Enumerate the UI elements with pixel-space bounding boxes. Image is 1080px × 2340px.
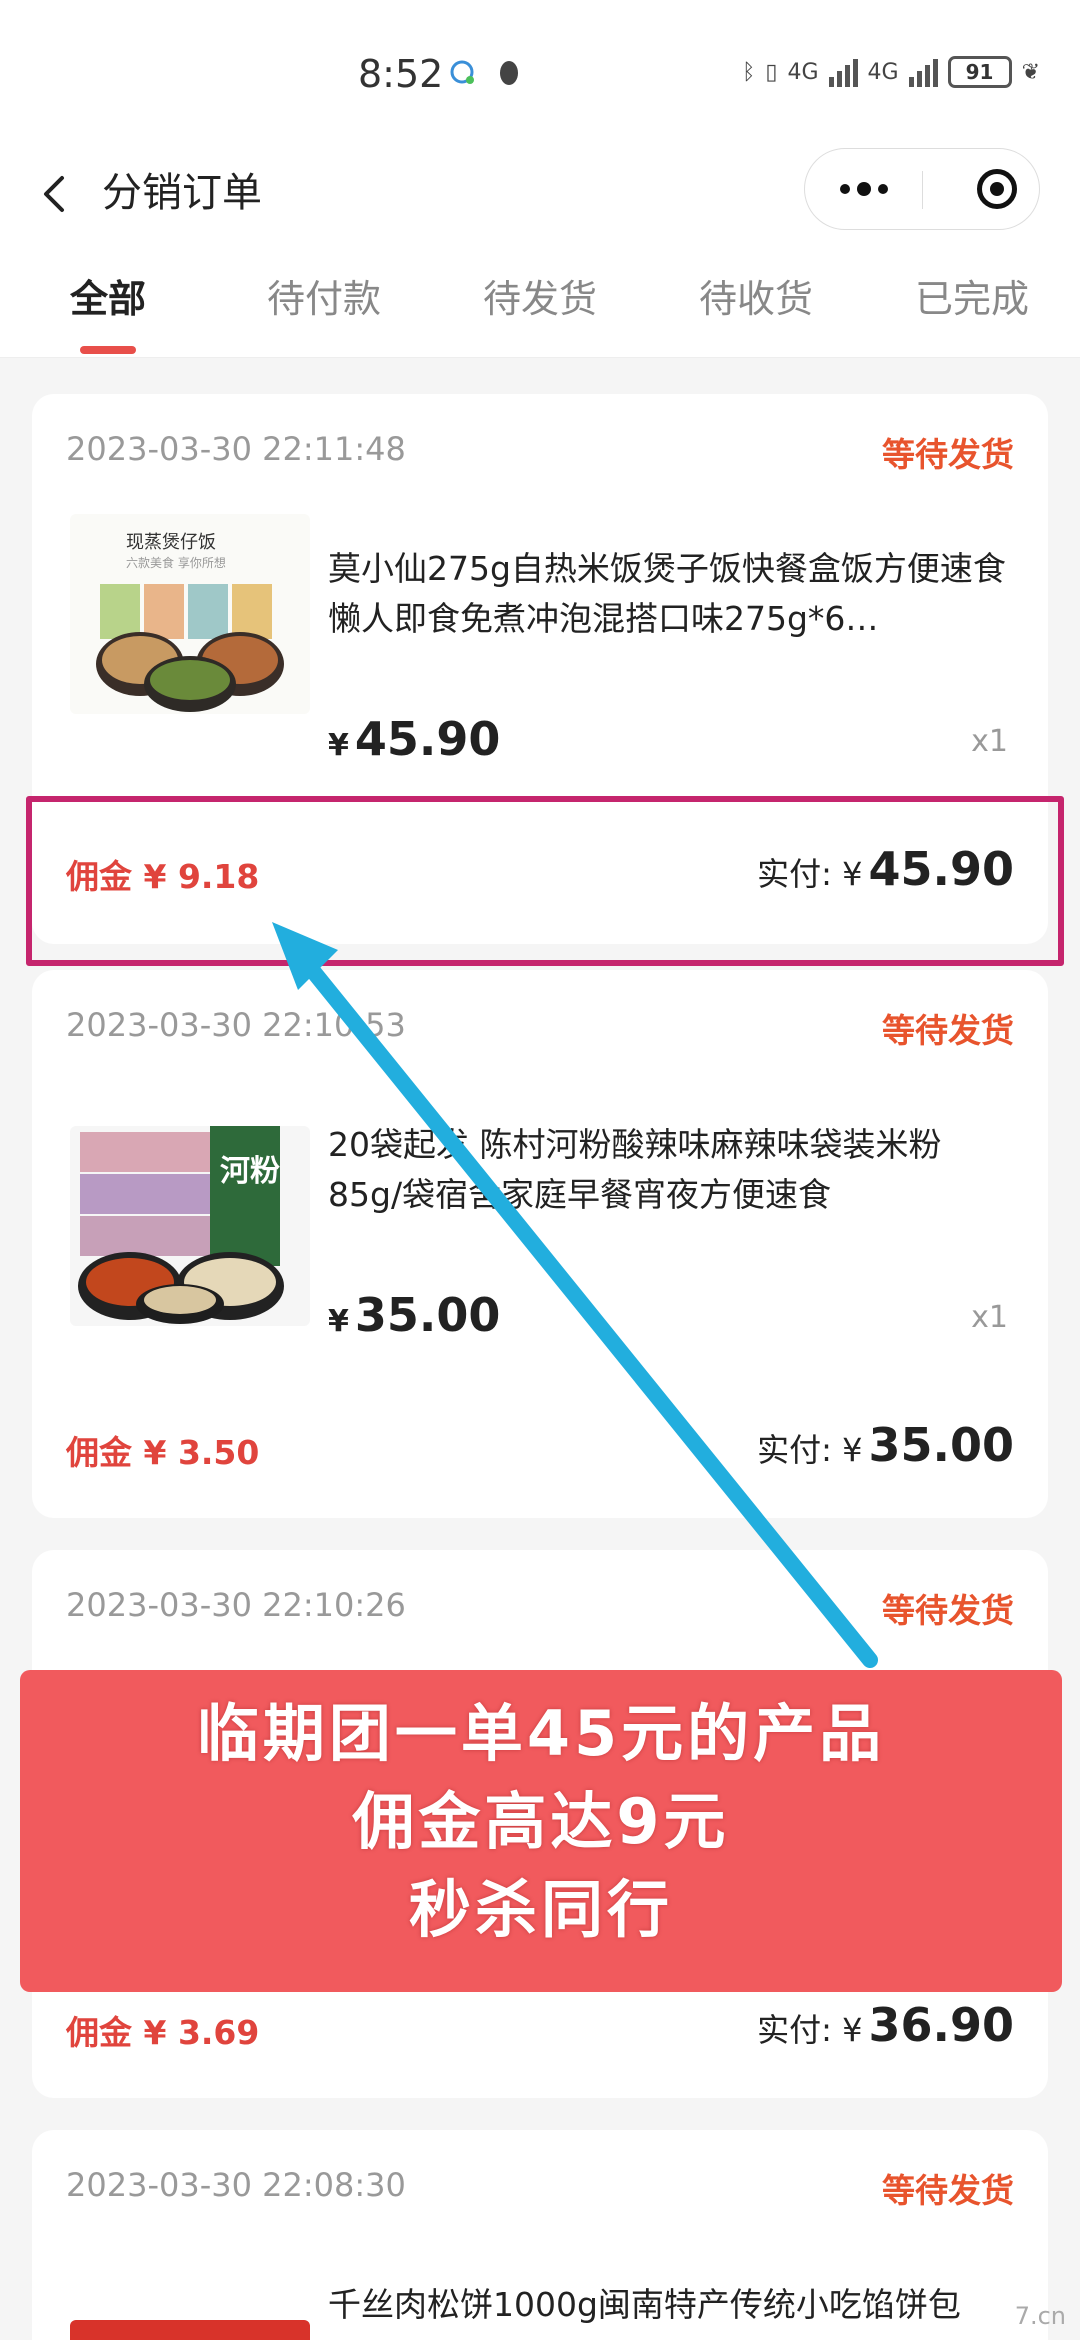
order-date: 2023-03-30 22:11:48: [66, 430, 406, 468]
commission-amount: 佣金 ¥ 3.50: [66, 1433, 260, 1472]
chat-bubble-icon: [450, 60, 474, 84]
signal-icon: [828, 57, 858, 87]
network-label-2: 4G: [867, 59, 899, 85]
order-status: 等待发货: [882, 435, 1014, 474]
order-card[interactable]: 2023-03-30 22:08:30 等待发货 千丝肉松饼1000g闽南特产传…: [32, 2130, 1048, 2340]
tab-all[interactable]: 全部: [8, 250, 208, 357]
product-image-sublabel: 六款美食 享你所想: [126, 556, 226, 570]
product-image: 现蒸煲仔饭 六款美食 享你所想: [70, 514, 310, 714]
currency-symbol: ¥: [328, 728, 349, 763]
product-image: [70, 2320, 310, 2340]
commission-highlight-box: [26, 796, 1064, 966]
tab-pending-payment[interactable]: 待付款: [224, 250, 424, 357]
order-date: 2023-03-30 22:08:30: [66, 2166, 406, 2204]
tab-pending-shipment[interactable]: 待发货: [440, 250, 640, 357]
vibrate-icon: ▯: [765, 59, 778, 85]
order-date: 2023-03-30 22:10:26: [66, 1586, 406, 1624]
back-arrow-icon[interactable]: [28, 164, 88, 224]
paid-value: 35.00: [868, 1418, 1014, 1472]
paid-amount: 实付: ¥35.00: [757, 1418, 1014, 1472]
paid-value: 36.90: [868, 1998, 1014, 2052]
order-card[interactable]: 2023-03-30 22:10:53 等待发货 河粉 20袋起发 陈村河粉酸辣…: [32, 970, 1048, 1518]
product-price: ¥45.90: [328, 712, 500, 766]
product-quantity: x1: [971, 1300, 1008, 1335]
product-image: 河粉: [70, 1126, 310, 1326]
order-date: 2023-03-30 22:10:53: [66, 1006, 406, 1044]
product-image-label: 河粉: [220, 1154, 280, 1189]
battery-icon: 91: [947, 56, 1012, 88]
status-bar: 8:52 ᛒ ▯ 4G 4G 91 ❦: [0, 0, 1080, 150]
more-menu-icon[interactable]: [805, 149, 922, 229]
promo-banner: 临期团一单45元的产品 佣金高达9元 秒杀同行: [20, 1670, 1062, 1992]
promo-line-1: 临期团一单45元的产品: [196, 1697, 886, 1770]
order-status: 等待发货: [882, 1591, 1014, 1630]
promo-line-2: 佣金高达9元: [352, 1785, 730, 1858]
product-price: ¥35.00: [328, 1288, 500, 1342]
network-label-1: 4G: [787, 59, 819, 85]
product-name[interactable]: 千丝肉松饼1000g闽南特产传统小吃馅饼包: [328, 2280, 1008, 2330]
tab-pending-receipt[interactable]: 待收货: [656, 250, 856, 357]
order-status: 等待发货: [882, 2171, 1014, 2210]
page-title: 分销订单: [102, 170, 262, 216]
paid-amount: 实付: ¥36.90: [757, 1998, 1014, 2052]
bluetooth-icon: ᛒ: [742, 59, 756, 85]
price-value: 35.00: [354, 1288, 501, 1342]
product-name[interactable]: 莫小仙275g自热米饭煲子饭快餐盒饭方便速食懒人即食免煮冲泡混搭口味275g*6…: [328, 544, 1008, 644]
paid-label: 实付: ¥: [757, 1431, 863, 1469]
page: 8:52 ᛒ ▯ 4G 4G 91 ❦ 分销订单 全部 待付款 待发货 待收货 …: [0, 0, 1080, 2340]
miniprogram-capsule: [804, 148, 1040, 230]
leaf-icon: ❦: [1021, 59, 1040, 85]
commission-amount: 佣金 ¥ 3.69: [66, 2013, 260, 2052]
tab-completed[interactable]: 已完成: [872, 250, 1072, 357]
product-name[interactable]: 20袋起发 陈村河粉酸辣味麻辣味袋装米粉85g/袋宿舍家庭早餐宵夜方便速食: [328, 1120, 1008, 1220]
penguin-icon: [500, 61, 518, 85]
status-time: 8:52: [358, 52, 444, 96]
promo-line-3: 秒杀同行: [408, 1873, 673, 1946]
status-indicators: ᛒ ▯ 4G 4G 91 ❦: [742, 56, 1040, 88]
signal-icon-2: [908, 57, 938, 87]
product-image-label: 现蒸煲仔饭: [126, 532, 216, 553]
paid-label: 实付: ¥: [757, 2011, 863, 2049]
nav-bar: 分销订单: [0, 140, 1080, 250]
order-tabs: 全部 待付款 待发货 待收货 已完成: [0, 250, 1080, 358]
product-quantity: x1: [971, 724, 1008, 759]
capsule-divider: [922, 171, 923, 209]
close-miniprogram-icon[interactable]: [977, 169, 1017, 209]
watermark: 7.cn: [1014, 2302, 1066, 2330]
currency-symbol: ¥: [328, 1304, 349, 1339]
price-value: 45.90: [354, 712, 501, 766]
order-status: 等待发货: [882, 1011, 1014, 1050]
